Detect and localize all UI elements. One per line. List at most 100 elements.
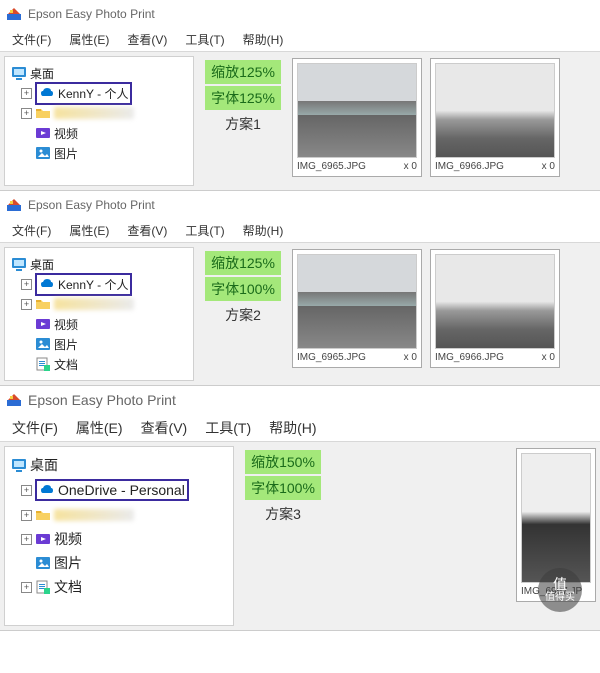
expander-icon[interactable]: + xyxy=(21,485,32,496)
menu-props[interactable]: 属性(E) xyxy=(61,29,117,50)
tree-video[interactable]: 视频 xyxy=(21,123,189,143)
video-icon xyxy=(35,125,51,141)
font-badge: 字体100% xyxy=(205,277,281,301)
tree-video[interactable]: 视频 xyxy=(21,314,189,334)
expander-icon[interactable]: + xyxy=(21,88,32,99)
font-badge: 字体100% xyxy=(245,476,321,500)
expander-icon[interactable]: + xyxy=(21,534,32,545)
app-icon xyxy=(6,6,22,22)
thumb-count: x 0 xyxy=(542,161,555,172)
menu-tools[interactable]: 工具(T) xyxy=(197,416,259,440)
tree-folder-blurred[interactable]: + xyxy=(21,503,229,527)
tree-docs[interactable]: 文档 xyxy=(21,354,189,374)
menubar: 文件(F) 属性(E) 查看(V) 工具(T) 帮助(H) xyxy=(0,219,600,243)
tree-desktop[interactable]: 桌面 xyxy=(11,254,189,274)
picture-icon xyxy=(35,145,51,161)
picture-icon xyxy=(35,336,51,352)
tree-folder-blurred[interactable]: + xyxy=(21,103,189,123)
tree-onedrive-personal[interactable]: + OneDrive - Personal xyxy=(21,477,229,503)
picture-icon xyxy=(35,555,51,571)
menubar: 文件(F) 属性(E) 查看(V) 工具(T) 帮助(H) xyxy=(0,28,600,52)
tree-pictures[interactable]: 图片 xyxy=(21,143,189,163)
menu-view[interactable]: 查看(V) xyxy=(119,29,175,50)
app-title: Epson Easy Photo Print xyxy=(28,392,176,408)
thumbnail[interactable]: IMG_6965.JPG x 0 xyxy=(292,249,422,368)
highlight-box: KennY - 个人 xyxy=(35,82,132,105)
app-icon xyxy=(6,392,22,408)
menu-help[interactable]: 帮助(H) xyxy=(235,220,292,241)
highlight-box: OneDrive - Personal xyxy=(35,479,189,501)
thumbnail[interactable]: IMG_6965.JPG x 0 xyxy=(292,58,422,177)
docs-icon xyxy=(35,579,51,595)
blurred-label xyxy=(54,509,134,521)
thumb-name: IMG_6966.JPG xyxy=(435,161,504,172)
titlebar: Epson Easy Photo Print xyxy=(0,386,600,414)
tree-pictures[interactable]: 图片 xyxy=(21,334,189,354)
expander-icon[interactable]: + xyxy=(21,299,32,310)
docs-icon xyxy=(35,356,51,372)
menu-tools[interactable]: 工具(T) xyxy=(177,220,232,241)
video-icon xyxy=(35,531,51,547)
expander-icon[interactable]: + xyxy=(21,108,32,119)
zoom-badge: 缩放125% xyxy=(205,251,281,275)
menu-view[interactable]: 查看(V) xyxy=(119,220,175,241)
menu-file[interactable]: 文件(F) xyxy=(4,29,59,50)
thumbnail[interactable]: IMG_6966.JPG x 0 xyxy=(430,249,560,368)
zoom-badge: 缩放125% xyxy=(205,60,281,84)
font-badge: 字体125% xyxy=(205,86,281,110)
folder-icon xyxy=(35,105,51,121)
tree-folder-blurred[interactable]: + xyxy=(21,294,189,314)
thumb-name: IMG_6966.JPG xyxy=(435,352,504,363)
folder-icon xyxy=(35,296,51,312)
cloud-icon xyxy=(39,482,55,498)
blurred-label xyxy=(54,107,134,119)
menu-help[interactable]: 帮助(H) xyxy=(235,29,292,50)
expander-icon[interactable]: + xyxy=(21,279,32,290)
cloud-icon xyxy=(39,85,55,101)
folder-tree[interactable]: 桌面 + KennY - 个人 + 视频 xyxy=(4,56,194,186)
titlebar: Epson Easy Photo Print xyxy=(0,0,600,28)
folder-icon xyxy=(35,507,51,523)
app-title: Epson Easy Photo Print xyxy=(28,198,155,212)
badge-group: 缩放125% 字体125% 方案1 xyxy=(198,52,288,142)
scheme-label: 方案3 xyxy=(265,504,301,524)
folder-tree[interactable]: 桌面 + OneDrive - Personal + + 视频 xyxy=(4,446,234,626)
folder-tree[interactable]: 桌面 + KennY - 个人 + 视频 xyxy=(4,247,194,381)
thumb-name: IMG_6965.JPG xyxy=(297,161,366,172)
watermark-symbol: 值 xyxy=(553,577,567,592)
thumbnail-image xyxy=(435,254,555,349)
expander-icon[interactable]: + xyxy=(21,582,32,593)
menu-props[interactable]: 属性(E) xyxy=(68,416,131,440)
thumbnail-image xyxy=(435,63,555,158)
thumbnail-strip: IMG_6965.JPG x 0 IMG_6966.JPG x 0 xyxy=(288,52,600,183)
tree-onedrive-personal[interactable]: + KennY - 个人 xyxy=(21,83,189,103)
app-title: Epson Easy Photo Print xyxy=(28,7,155,21)
tree-desktop[interactable]: 桌面 xyxy=(11,453,229,477)
thumb-name: IMG_6965.JPG xyxy=(297,352,366,363)
menu-tools[interactable]: 工具(T) xyxy=(177,29,232,50)
tree-docs[interactable]: + 文档 xyxy=(21,575,229,599)
menu-file[interactable]: 文件(F) xyxy=(4,220,59,241)
scheme-label: 方案1 xyxy=(225,114,261,134)
tree-pictures[interactable]: 图片 xyxy=(21,551,229,575)
tree-video[interactable]: + 视频 xyxy=(21,527,229,551)
tree-onedrive-personal[interactable]: + KennY - 个人 xyxy=(21,274,189,294)
thumb-count: x 0 xyxy=(404,161,417,172)
menu-view[interactable]: 查看(V) xyxy=(133,416,196,440)
menu-file[interactable]: 文件(F) xyxy=(4,416,66,440)
thumbnail[interactable]: IMG_6966.JPG x 0 xyxy=(430,58,560,177)
monitor-icon xyxy=(11,457,27,473)
highlight-box: KennY - 个人 xyxy=(35,273,132,296)
expander-icon[interactable]: + xyxy=(21,510,32,521)
menu-props[interactable]: 属性(E) xyxy=(61,220,117,241)
thumb-count: x 0 xyxy=(404,352,417,363)
thumb-count: x 0 xyxy=(542,352,555,363)
watermark-text: 值得买 xyxy=(545,592,575,603)
scheme-label: 方案2 xyxy=(225,305,261,325)
tree-desktop[interactable]: 桌面 xyxy=(11,63,189,83)
badge-group: 缩放150% 字体100% 方案3 xyxy=(238,442,328,532)
menu-help[interactable]: 帮助(H) xyxy=(261,416,324,440)
menubar: 文件(F) 属性(E) 查看(V) 工具(T) 帮助(H) xyxy=(0,414,600,442)
titlebar: Epson Easy Photo Print xyxy=(0,191,600,219)
video-icon xyxy=(35,316,51,332)
